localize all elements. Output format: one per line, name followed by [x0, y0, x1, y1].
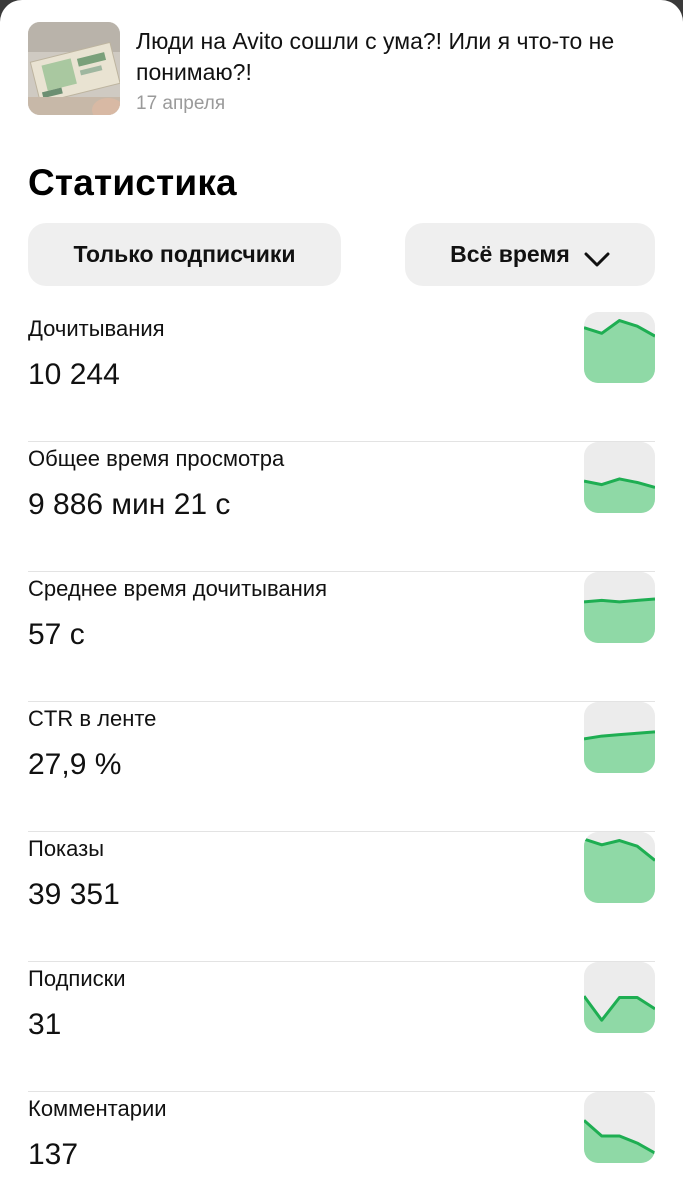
sparkline-area: [584, 839, 655, 903]
sparkline-area: [584, 598, 655, 643]
article-preview[interactable]: Люди на Avito сошли с ума?! Или я что-то…: [28, 22, 658, 122]
subscribers-only-label: Только подписчики: [73, 241, 296, 267]
metric-row[interactable]: Общее время просмотра 9 886 мин 21 с: [28, 442, 655, 572]
metric-value: 10 244: [28, 358, 120, 391]
metric-row[interactable]: Показы 39 351: [28, 832, 655, 962]
metric-value: 31: [28, 1008, 62, 1041]
metric-sparkline[interactable]: [584, 312, 655, 383]
chevron-down-icon: [584, 247, 610, 266]
metric-sparkline[interactable]: [584, 1092, 655, 1163]
period-dropdown[interactable]: Всё время: [405, 223, 655, 286]
article-title[interactable]: Люди на Avito сошли с ума?! Или я что-то…: [136, 26, 656, 88]
metric-sparkline[interactable]: [584, 442, 655, 513]
metric-row[interactable]: Комментарии 137: [28, 1092, 655, 1200]
metric-sparkline[interactable]: [584, 832, 655, 903]
metric-label: Показы: [28, 836, 105, 861]
sparkline-area: [584, 1120, 655, 1163]
metric-label: CTR в ленте: [28, 706, 157, 731]
metric-value: 57 с: [28, 618, 85, 651]
banknote-image: [28, 22, 120, 115]
article-date: 17 апреля: [136, 93, 226, 114]
metric-label: Подписки: [28, 966, 126, 991]
metric-label: Дочитывания: [28, 316, 165, 341]
metric-value: 27,9 %: [28, 748, 122, 781]
metric-label: Среднее время дочитывания: [28, 576, 328, 601]
period-label: Всё время: [450, 241, 570, 267]
metric-row[interactable]: CTR в ленте 27,9 %: [28, 702, 655, 832]
metric-label: Комментарии: [28, 1096, 167, 1121]
article-thumbnail: [28, 22, 120, 115]
metric-row[interactable]: Среднее время дочитывания 57 с: [28, 572, 655, 702]
metric-label: Общее время просмотра: [28, 446, 285, 471]
metric-row[interactable]: Подписки 31: [28, 962, 655, 1092]
metric-value: 9 886 мин 21 с: [28, 488, 231, 521]
metric-sparkline[interactable]: [584, 962, 655, 1033]
stats-sheet: Люди на Avito сошли с ума?! Или я что-то…: [0, 0, 683, 1200]
subscribers-only-button[interactable]: Только подписчики: [28, 223, 341, 286]
stats-title: Статистика: [28, 162, 237, 203]
metric-sparkline[interactable]: [584, 702, 655, 773]
metric-value: 137: [28, 1138, 79, 1171]
metric-row[interactable]: Дочитывания 10 244: [28, 312, 655, 442]
metric-sparkline[interactable]: [584, 572, 655, 643]
metric-value: 39 351: [28, 878, 120, 911]
